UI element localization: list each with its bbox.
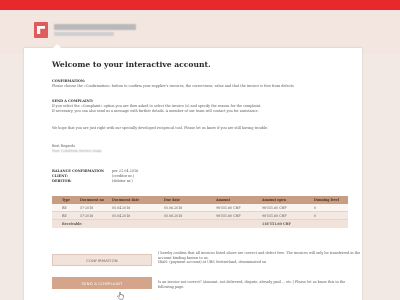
total-label: Receivable: [62, 222, 83, 226]
header-type[interactable]: Type [52, 198, 74, 202]
cell-amount-open: 98'551.60 CHF [262, 213, 287, 218]
invoice-table: Type Document no Document date Due date … [52, 196, 348, 228]
complaint-action-text-2: following page. [158, 284, 185, 289]
signature-text: Your Construm Service team [52, 149, 102, 153]
regards-text: Best Regards [52, 144, 75, 148]
header-due-date[interactable]: Due date [164, 198, 216, 202]
debitor-value: (debitor nr.) [112, 179, 133, 183]
cell-type: RE [62, 205, 67, 210]
confirmation-button[interactable]: CONFIRMATION [52, 254, 152, 266]
card-pointer [52, 44, 62, 49]
company-logo [34, 20, 154, 46]
top-red-bar [0, 0, 400, 10]
closing-text: We hope that you are just right with our… [52, 126, 269, 130]
header-amount[interactable]: Amount [216, 198, 262, 202]
header-document-no[interactable]: Document no [74, 198, 112, 202]
confirmation-text: Please choose the «Confirmation» button … [52, 84, 294, 88]
header-dunning-level[interactable]: Dunning level [314, 198, 348, 202]
confirm-text-3: IBAN: (payment account) at UBS Switzerla… [158, 260, 267, 264]
cell-due-date: 05.06.2016 [164, 213, 183, 218]
complaint-heading: SEND A COMPLAINT: [52, 99, 94, 103]
cell-amount: 98'551.60 CHF [216, 205, 241, 210]
balance-label: BALANCE CONFIRMATION [52, 169, 104, 173]
client-label: CLIENT: [52, 174, 69, 178]
client-value: (creditor nr.) [112, 174, 135, 178]
table-total-row: Receivable: 118'551.60 CHF [52, 220, 348, 228]
pointer-cursor-icon [117, 292, 124, 300]
send-complaint-button[interactable]: SEND A COMPLAINT [52, 277, 152, 289]
cell-amount-open: 98'551.60 CHF [262, 205, 287, 210]
header-document-date[interactable]: Document date [112, 198, 164, 202]
cell-document-date: 05.04.2016 [112, 205, 131, 210]
table-header: Type Document no Document date Due date … [52, 196, 348, 204]
complaint-action-text-1: Is an invoice not correct? (Amount, not … [158, 280, 346, 284]
confirmation-heading: CONFIRMATION: [52, 79, 86, 83]
logo-text-blurred [54, 24, 136, 30]
table-row[interactable]: RE 57-2016 05.04.2016 05.06.2016 98'551.… [52, 204, 348, 212]
logo-subtext-blurred [54, 32, 114, 36]
cell-amount: 98'551.60 CHF [216, 213, 241, 218]
complaint-text-2: If necessary, you can also send us a mes… [52, 108, 259, 113]
cell-type: RE [62, 213, 67, 218]
cell-dunning-level: 0 [314, 205, 317, 210]
logo-icon [34, 22, 48, 38]
cell-document-no: 57-2016 [80, 213, 94, 218]
cell-dunning-level: 0 [314, 213, 317, 218]
cell-due-date: 05.06.2016 [164, 205, 183, 210]
header-amount-open[interactable]: Amount open [262, 198, 314, 202]
cell-document-no: 57-2016 [80, 205, 94, 210]
table-row[interactable]: RE 57-2016 05.04.2016 05.06.2016 98'551.… [52, 212, 348, 220]
balance-value: per 21.04.2016 [112, 169, 139, 173]
cell-document-date: 05.04.2016 [112, 213, 131, 218]
total-value: 118'551.60 CHF [262, 222, 291, 226]
page-title: Welcome to your interactive account. [52, 60, 211, 69]
debitor-label: DEBITOR: [52, 179, 72, 183]
